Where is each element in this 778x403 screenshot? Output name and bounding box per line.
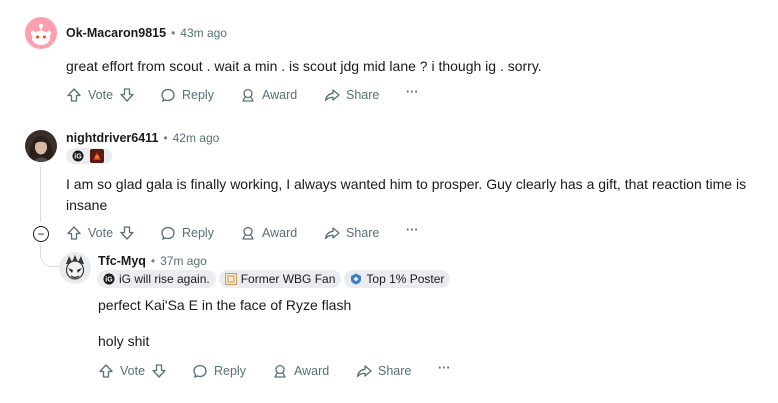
user-avatar-icon: [25, 130, 57, 162]
timestamp[interactable]: 43m ago: [180, 26, 227, 40]
share-button[interactable]: Share: [356, 363, 411, 379]
reply-label: Reply: [214, 364, 246, 378]
comment-header: nightdriver6411 • 42m ago: [66, 131, 219, 145]
collapse-thread-button[interactable]: −: [33, 226, 49, 242]
timestamp[interactable]: 37m ago: [160, 254, 207, 268]
award-label: Award: [262, 226, 298, 240]
vote-group: Vote: [66, 225, 135, 241]
user-flair: iG iG will rise again. Former WBG Fan To…: [97, 270, 451, 288]
share-label: Share: [378, 364, 412, 378]
top-poster-icon: [351, 273, 362, 285]
reply-button[interactable]: Reply: [160, 225, 214, 241]
flair-top-poster: Top 1% Poster: [344, 270, 451, 288]
flair-wbg: Former WBG Fan: [218, 270, 342, 288]
share-label: Share: [346, 226, 380, 240]
comment-body-line: holy shit: [98, 333, 150, 349]
username[interactable]: Tfc-Myq: [98, 254, 146, 268]
vote-label: Vote: [88, 226, 114, 240]
reply-icon: [161, 226, 175, 241]
share-icon: [356, 365, 372, 378]
svg-text:iG: iG: [74, 154, 82, 161]
ig-team-icon: iG: [72, 150, 84, 162]
share-button[interactable]: Share: [324, 225, 379, 241]
reply-button[interactable]: Reply: [192, 363, 246, 379]
reply-button[interactable]: Reply: [160, 87, 214, 103]
flair-ig: iG iG will rise again.: [97, 270, 216, 288]
vote-group: Vote: [66, 87, 135, 103]
comment-body: I am so glad gala is finally working, I …: [66, 176, 747, 213]
more-options-icon: ···: [406, 85, 419, 99]
wbg-team-icon: [224, 273, 237, 285]
timestamp[interactable]: 42m ago: [173, 131, 220, 145]
reply-label: Reply: [182, 88, 214, 102]
award-icon: [242, 88, 254, 102]
comment-body: great effort from scout . wait a min . i…: [66, 58, 542, 74]
flair-text: Former WBG Fan: [240, 272, 336, 286]
ig-team-icon: iG: [103, 273, 115, 285]
vote-group: Vote: [98, 363, 167, 379]
avatar[interactable]: [59, 252, 91, 284]
downvote-icon[interactable]: [119, 225, 135, 241]
share-button[interactable]: Share: [324, 87, 379, 103]
award-label: Award: [262, 88, 298, 102]
downvote-icon[interactable]: [119, 87, 135, 103]
upvote-icon[interactable]: [66, 225, 82, 241]
upvote-icon[interactable]: [98, 363, 114, 379]
share-icon: [324, 89, 340, 102]
avatar[interactable]: [25, 17, 57, 49]
collapse-icon: −: [37, 227, 45, 241]
username[interactable]: nightdriver6411: [66, 131, 158, 145]
reply-label: Reply: [182, 226, 214, 240]
reply-icon: [193, 364, 207, 379]
user-avatar-icon: [59, 252, 91, 284]
comment-body-line: perfect Kai'Sa E in the face of Ryze fla…: [98, 297, 352, 313]
comment-header: Tfc-Myq • 37m ago: [98, 254, 207, 268]
award-label: Award: [294, 364, 330, 378]
vote-label: Vote: [120, 364, 146, 378]
snoo-avatar-icon: [25, 17, 57, 49]
more-options-icon: ···: [406, 223, 419, 237]
more-options-button[interactable]: ···: [406, 85, 419, 99]
comment-header: Ok-Macaron9815 • 43m ago: [66, 26, 227, 40]
champion-icon: [90, 149, 104, 163]
svg-text:iG: iG: [105, 277, 113, 284]
upvote-icon[interactable]: [66, 87, 82, 103]
separator: •: [171, 26, 176, 40]
separator: •: [163, 131, 168, 145]
more-options-button[interactable]: ···: [406, 223, 419, 237]
username[interactable]: Ok-Macaron9815: [66, 26, 166, 40]
share-icon: [324, 227, 340, 240]
avatar[interactable]: [25, 130, 57, 162]
award-button[interactable]: Award: [240, 225, 297, 241]
award-button[interactable]: Award: [272, 363, 329, 379]
downvote-icon[interactable]: [151, 363, 167, 379]
award-icon: [274, 364, 286, 378]
user-flair: iG: [66, 148, 112, 164]
award-button[interactable]: Award: [240, 87, 297, 103]
flair-text: iG will rise again.: [119, 272, 210, 286]
reply-icon: [161, 88, 175, 103]
more-options-button[interactable]: ···: [438, 361, 451, 375]
more-options-icon: ···: [438, 361, 451, 375]
award-icon: [242, 226, 254, 240]
separator: •: [150, 254, 156, 268]
flair-text: Top 1% Poster: [366, 272, 445, 286]
share-label: Share: [346, 88, 380, 102]
thread-line[interactable]: [40, 166, 41, 222]
vote-label: Vote: [88, 88, 114, 102]
